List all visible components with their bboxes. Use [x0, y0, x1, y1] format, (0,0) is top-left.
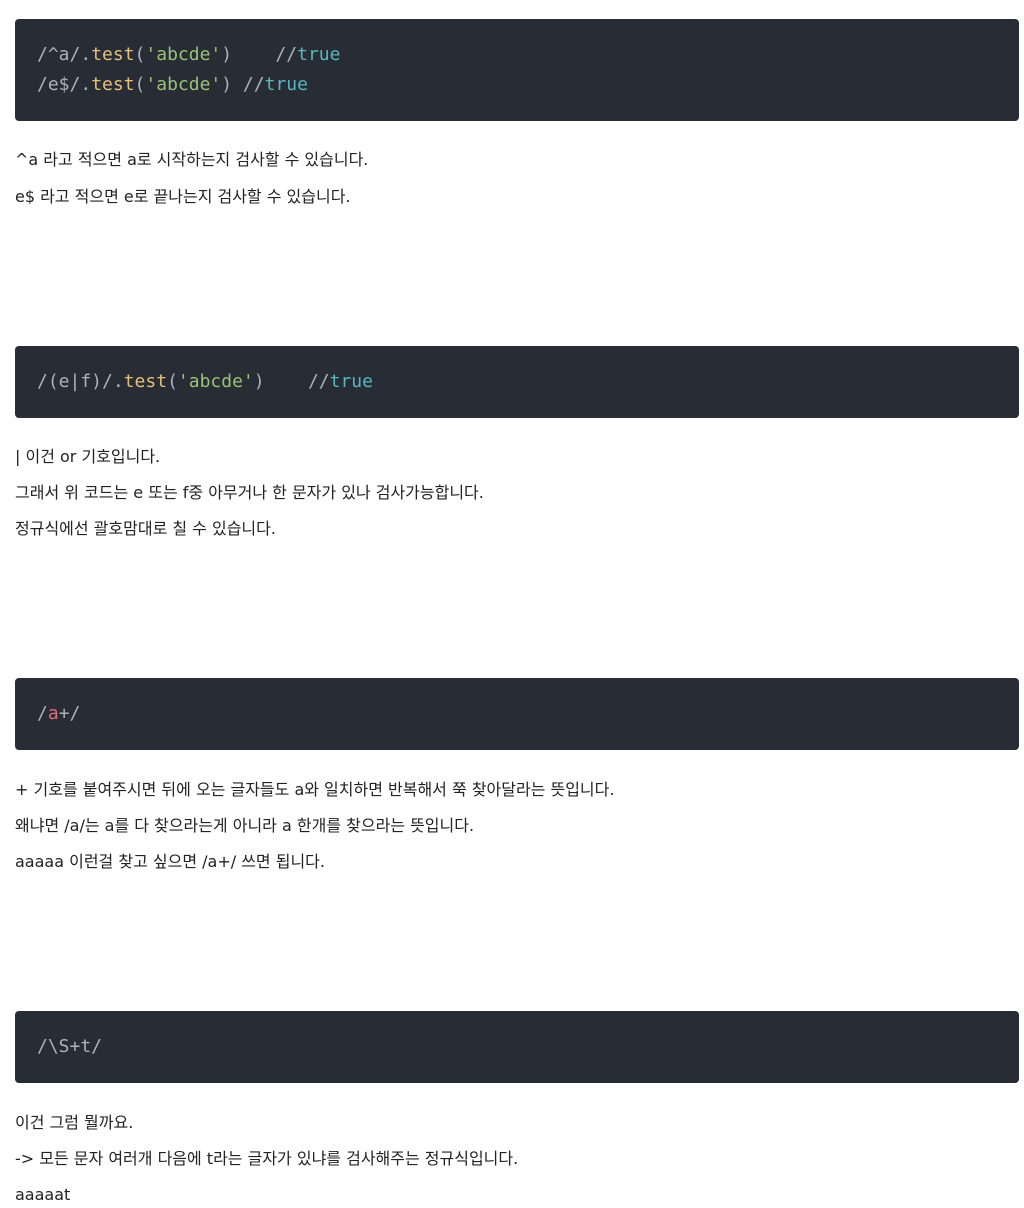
paragraph: aaaaa 이런걸 찾고 싶으면 /a+/ 쓰면 됩니다. [15, 852, 325, 871]
code-block-4: /\S+t/ [15, 1011, 1019, 1083]
code-line: /e$/.test('abcde') //true [37, 70, 997, 100]
code-line: /(e|f)/.test('abcde') //true [37, 367, 997, 397]
paragraph: 정규식에선 괄호맘대로 칠 수 있습니다. [15, 519, 276, 538]
code-token: ( [134, 74, 146, 95]
paragraph: ^a 라고 적으면 a로 시작하는지 검사할 수 있습니다. [15, 150, 369, 169]
code-block-2: /(e|f)/.test('abcde') //true [15, 346, 1019, 418]
code-block-3: /a+/ [15, 678, 1019, 750]
code-string-token: 'abcde' [145, 44, 222, 65]
code-method-token: test [91, 74, 135, 95]
code-boolean-token: true [329, 371, 373, 392]
code-token: ( [134, 44, 146, 65]
code-token: / [37, 703, 48, 724]
code-method-token: test [91, 44, 135, 65]
code-method-token: test [123, 371, 168, 392]
code-token: ( [167, 371, 178, 392]
paragraph: 이건 그럼 뭘까요. [15, 1113, 134, 1132]
code-boolean-token: true [264, 74, 308, 95]
code-token: /e$/. [37, 74, 92, 95]
code-string-token: 'abcde' [177, 371, 254, 392]
code-token: ) // [253, 371, 330, 392]
paragraph: aaaaat [15, 1185, 71, 1204]
code-line: /a+/ [37, 699, 997, 729]
code-token: /^a/. [37, 44, 92, 65]
code-token: ) // [221, 74, 265, 95]
paragraph: 왜냐면 /a/는 a를 다 찾으라는게 아니라 a 한개를 찾으라는 뜻입니다. [15, 816, 475, 835]
paragraph: + 기호를 붙여주시면 뒤에 오는 글자들도 a와 일치하면 반복해서 쭉 찾아… [15, 780, 615, 799]
code-highlight-token: a [47, 703, 59, 724]
paragraph: -> 모든 문자 여러개 다음에 t라는 글자가 있냐를 검사해주는 정규식입니… [15, 1149, 519, 1168]
code-string-token: 'abcde' [145, 74, 222, 95]
paragraph: 그래서 위 코드는 e 또는 f중 아무거나 한 문자가 있나 검사가능합니다. [15, 483, 484, 502]
code-token: +/ [58, 703, 81, 724]
code-line: /\S+t/ [37, 1032, 997, 1062]
code-boolean-token: true [297, 44, 341, 65]
paragraph: | 이건 or 기호입니다. [15, 447, 161, 466]
code-line: /^a/.test('abcde') //true [37, 40, 997, 70]
code-block-1: /^a/.test('abcde') //true /e$/.test('abc… [15, 19, 1019, 121]
code-token: /(e|f)/. [37, 371, 124, 392]
code-token: ) // [221, 44, 298, 65]
paragraph: e$ 라고 적으면 e로 끝나는지 검사할 수 있습니다. [15, 187, 351, 206]
code-token: /\S+t/ [37, 1036, 103, 1057]
